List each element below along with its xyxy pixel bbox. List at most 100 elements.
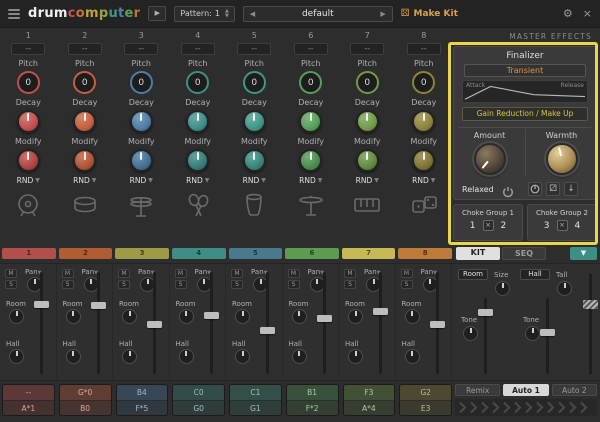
solo-button[interactable]: S <box>174 280 187 289</box>
mute-button[interactable]: M <box>231 269 243 278</box>
cymbal-icon[interactable] <box>296 187 326 223</box>
hall-send-knob[interactable] <box>348 349 363 364</box>
room-size-knob[interactable] <box>495 281 510 296</box>
conga-icon[interactable] <box>239 187 269 223</box>
preset-selector[interactable]: ◀ default ▶ <box>242 5 393 22</box>
room-send-knob[interactable] <box>235 309 250 324</box>
note-display-bottom[interactable]: E3 <box>400 401 451 415</box>
settings-gear-icon[interactable]: ⚙ <box>563 7 573 20</box>
choke-2-clear-icon[interactable]: × <box>556 220 568 231</box>
pitch-knob[interactable]: 0 <box>73 71 97 94</box>
decay-knob[interactable] <box>242 110 266 133</box>
pitch-knob[interactable]: 0 <box>412 71 436 94</box>
room-send-knob[interactable] <box>291 309 307 324</box>
tab-seq[interactable]: SEQ <box>502 247 546 260</box>
note-display-top[interactable]: B4 <box>116 385 168 401</box>
room-tone-knob[interactable] <box>463 326 478 341</box>
auto2-button[interactable]: Auto 2 <box>551 384 597 396</box>
solo-button[interactable]: S <box>231 280 243 289</box>
hall-send-knob[interactable] <box>65 349 81 364</box>
rnd-selector[interactable]: RND ▼ <box>17 175 40 185</box>
room-fader-handle[interactable] <box>478 309 493 316</box>
finalizer-preset[interactable]: Relaxed <box>462 185 494 194</box>
mute-button[interactable]: M <box>287 269 300 278</box>
channel-fader[interactable] <box>266 272 269 374</box>
channel-select-bar-8[interactable]: 8 <box>398 248 452 259</box>
rnd-selector[interactable]: RND ▼ <box>73 175 96 185</box>
mute-button[interactable]: M <box>118 269 130 278</box>
room-chip[interactable]: Room <box>458 269 488 280</box>
solo-button[interactable]: S <box>287 280 300 289</box>
power-icon[interactable] <box>502 183 514 202</box>
channel-select-bar-4[interactable]: 4 <box>171 248 226 259</box>
solo-button[interactable]: S <box>118 280 130 289</box>
modify-knob[interactable] <box>16 149 40 172</box>
mute-button[interactable]: M <box>344 269 356 278</box>
keys-icon[interactable] <box>352 187 382 223</box>
snare-drum-icon[interactable] <box>70 187 100 223</box>
channel-select-bar-6[interactable]: 6 <box>285 248 339 259</box>
hall-tall-knob[interactable] <box>557 281 572 296</box>
play-button[interactable]: ▶ <box>148 6 167 21</box>
decay-knob[interactable] <box>412 110 436 133</box>
channel-fader[interactable] <box>209 272 213 374</box>
rnd-selector[interactable]: RND ▼ <box>243 175 266 185</box>
master-fader-handle[interactable] <box>583 300 598 309</box>
channel-fader[interactable] <box>40 272 43 374</box>
decay-knob[interactable] <box>73 110 97 133</box>
note-display-top[interactable]: B1 <box>286 385 338 401</box>
remix-button[interactable]: Remix <box>455 384 501 396</box>
rnd-selector[interactable]: RND ▼ <box>186 175 209 185</box>
room-send-knob[interactable] <box>65 309 81 324</box>
step-down-icon[interactable]: ▼ <box>225 13 229 19</box>
note-display-bottom[interactable]: F*2 <box>286 401 338 415</box>
channel-fader-handle[interactable] <box>260 327 275 335</box>
note-display-top[interactable]: C0 <box>173 385 224 401</box>
hall-fader-handle[interactable] <box>540 329 555 336</box>
note-display-bottom[interactable]: G1 <box>230 401 281 415</box>
prev-preset-icon[interactable]: ◀ <box>250 10 255 18</box>
note-display-top[interactable]: F3 <box>343 385 395 401</box>
hall-send-knob[interactable] <box>9 349 24 364</box>
warmth-knob[interactable] <box>546 143 578 175</box>
note-display-bottom[interactable]: B0 <box>59 401 111 415</box>
modify-knob[interactable] <box>242 149 266 172</box>
pitch-knob[interactable]: 0 <box>129 71 153 94</box>
channel-fader-handle[interactable] <box>203 311 219 319</box>
auto1-button[interactable]: Auto 1 <box>503 384 549 396</box>
hall-send-knob[interactable] <box>404 349 420 364</box>
download-arrow-icon[interactable]: ↓ <box>564 182 578 196</box>
make-kit-button[interactable]: ⚄ Make Kit <box>401 8 458 19</box>
note-display-top[interactable]: G*0 <box>59 385 111 401</box>
solo-button[interactable]: S <box>344 280 356 289</box>
hihat-icon[interactable] <box>126 187 156 223</box>
channel-select-bar-5[interactable]: 5 <box>228 248 283 259</box>
solo-button[interactable]: S <box>5 280 17 289</box>
channel-select-bar-3[interactable]: 3 <box>115 248 169 259</box>
dice-icon[interactable] <box>409 187 439 223</box>
decay-knob[interactable] <box>186 110 210 133</box>
dial-icon[interactable] <box>528 182 542 196</box>
hall-send-knob[interactable] <box>178 349 194 364</box>
channel-fader-handle[interactable] <box>429 321 445 329</box>
transient-mode-selector[interactable]: Transient <box>464 64 586 77</box>
room-send-knob[interactable] <box>348 309 363 324</box>
mute-button[interactable]: M <box>174 269 187 278</box>
rnd-selector[interactable]: RND ▼ <box>356 175 379 185</box>
channel-fader[interactable] <box>322 272 326 374</box>
rnd-selector[interactable]: RND ▼ <box>130 175 153 185</box>
channel-select-bar-1[interactable]: 1 <box>2 248 56 259</box>
solo-button[interactable]: S <box>400 280 413 289</box>
channel-fader-handle[interactable] <box>34 300 49 308</box>
channel-fader-handle[interactable] <box>147 321 162 329</box>
pitch-knob[interactable]: 0 <box>16 71 40 94</box>
hall-fader[interactable] <box>546 298 549 374</box>
decay-knob[interactable] <box>299 110 323 133</box>
pitch-knob[interactable]: 0 <box>242 71 266 94</box>
mute-button[interactable]: M <box>61 269 74 278</box>
choke-2-pad-left[interactable]: 3 <box>544 221 550 231</box>
channel-select-bar-7[interactable]: 7 <box>341 248 396 259</box>
channel-fader[interactable] <box>96 272 100 374</box>
modify-knob[interactable] <box>186 149 210 172</box>
decay-knob[interactable] <box>129 110 153 133</box>
